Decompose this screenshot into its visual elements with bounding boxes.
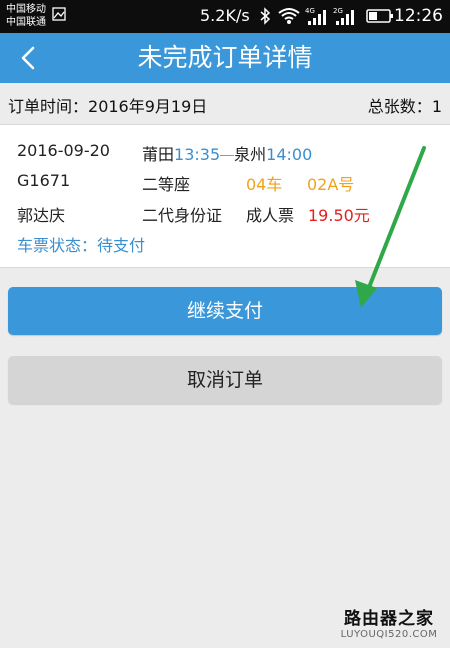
to-station: 泉州 bbox=[234, 145, 267, 164]
seat-number: 02A号 bbox=[307, 175, 355, 194]
carrier-2: 中国联通 bbox=[6, 17, 46, 28]
route: 莆田13:35 泉州14:00 bbox=[142, 141, 312, 165]
route-line bbox=[220, 155, 235, 156]
depart-time: 13:35 bbox=[174, 145, 221, 164]
order-time-label: 订单时间： bbox=[8, 97, 89, 116]
arrive-time: 14:00 bbox=[266, 145, 313, 164]
ticket-count-label: 总张数： bbox=[367, 97, 432, 116]
image-notification-icon bbox=[52, 7, 66, 21]
order-time: 订单时间：2016年9月19日 bbox=[8, 93, 207, 117]
ticket-type: 成人票 bbox=[246, 206, 295, 225]
signal-4g-icon: 4G bbox=[305, 7, 326, 25]
watermark-cn: 路由器之家 bbox=[344, 609, 434, 629]
seat-class: 二等座 bbox=[142, 175, 191, 194]
ticket-card: 2016-09-20 莆田13:35 泉州14:00 G1671 二等座 04车 … bbox=[0, 124, 450, 268]
title-bar: 未完成订单详情 bbox=[0, 33, 450, 83]
carrier-info: 中国移动 中国联通 bbox=[6, 3, 46, 29]
cancel-order-button[interactable]: 取消订单 bbox=[8, 356, 442, 404]
ticket-count-value: 1 bbox=[431, 97, 442, 116]
ticket-status-label: 车票状态： bbox=[17, 236, 98, 255]
ticket-status: 车票状态：待支付 bbox=[17, 232, 145, 256]
clock: 12:26 bbox=[394, 6, 443, 26]
ticket-status-value: 待支付 bbox=[97, 236, 146, 255]
car-number: 04车 bbox=[246, 175, 283, 194]
back-button[interactable] bbox=[10, 40, 46, 76]
watermark-en: LUYOUQI520.COM bbox=[340, 629, 438, 640]
train-number: G1671 bbox=[17, 171, 71, 190]
net-2g-label: 2G bbox=[333, 7, 343, 15]
battery-icon bbox=[366, 9, 393, 23]
site-watermark: 路由器之家 LUYOUQI520.COM bbox=[334, 604, 444, 640]
back-arrow-icon bbox=[21, 46, 35, 70]
signal-2g-icon: 2G bbox=[333, 7, 354, 25]
bluetooth-icon bbox=[260, 7, 271, 25]
from-station: 莆田 bbox=[142, 145, 175, 164]
page-title: 未完成订单详情 bbox=[137, 43, 313, 72]
net-4g-label: 4G bbox=[305, 7, 315, 15]
ticket-price: 19.50元 bbox=[308, 206, 370, 225]
passenger-name: 郭达庆 bbox=[17, 206, 66, 225]
status-bar: 中国移动 中国联通 5.2K/s 4G 2G 12:26 bbox=[0, 0, 450, 33]
order-summary: 订单时间：2016年9月19日 总张数：1 bbox=[0, 83, 450, 123]
id-type: 二代身份证 bbox=[142, 206, 223, 225]
travel-date: 2016-09-20 bbox=[17, 141, 110, 160]
order-time-value: 2016年9月19日 bbox=[88, 97, 208, 116]
continue-payment-button[interactable]: 继续支付 bbox=[8, 287, 442, 335]
carrier-1: 中国移动 bbox=[6, 4, 46, 15]
ticket-count: 总张数：1 bbox=[368, 93, 442, 117]
wifi-icon bbox=[278, 8, 300, 24]
network-speed: 5.2K/s bbox=[200, 6, 250, 25]
